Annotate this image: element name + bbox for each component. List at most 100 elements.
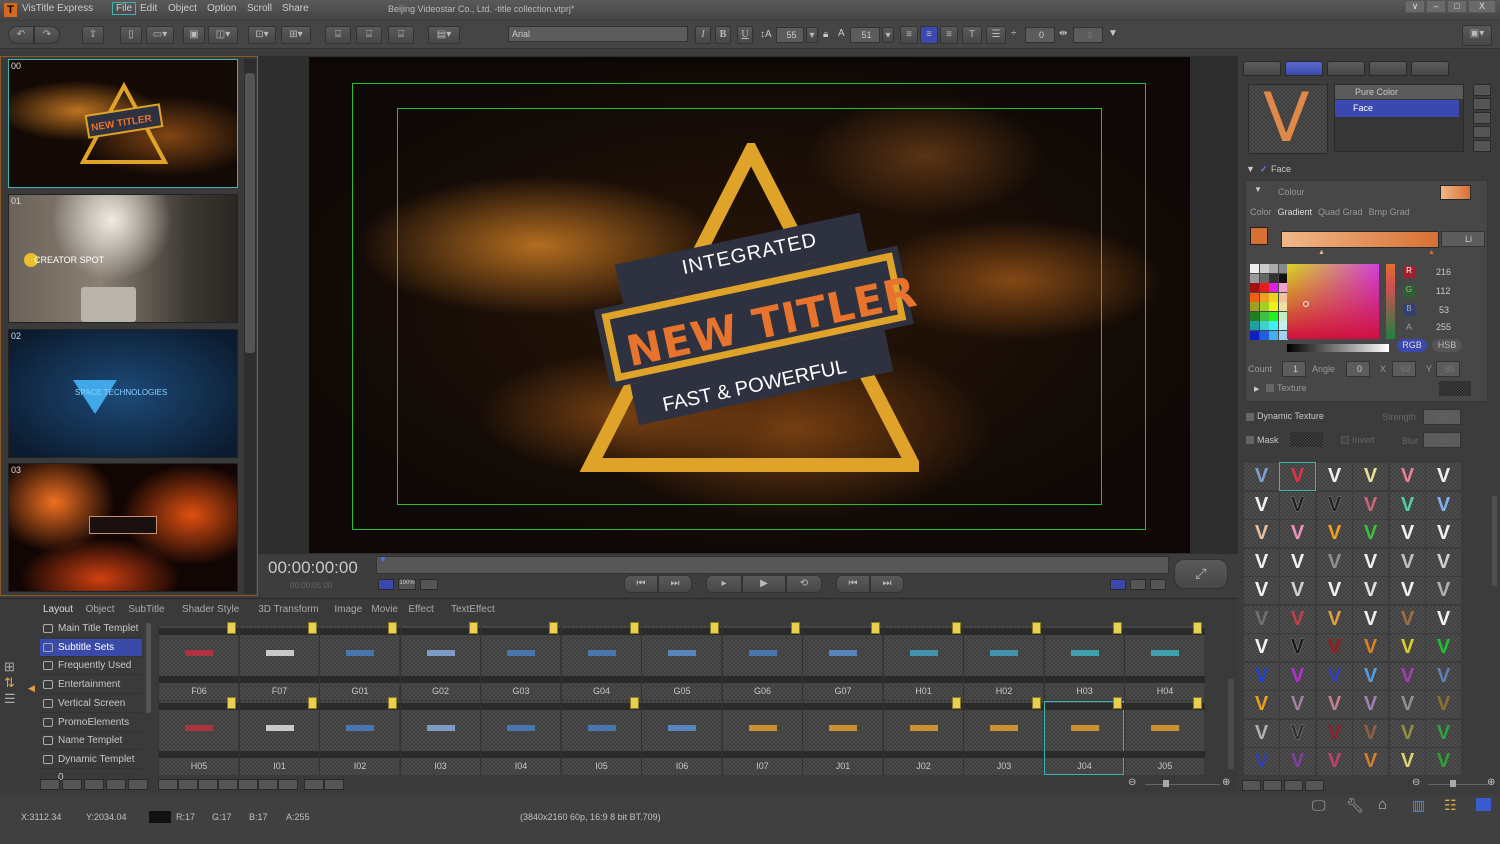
text-style-preset[interactable]: V xyxy=(1353,748,1388,775)
palette-swatch[interactable] xyxy=(1259,302,1269,311)
template-tag-icon[interactable] xyxy=(549,622,558,634)
export-icon[interactable] xyxy=(128,779,148,790)
text-style-preset[interactable]: V xyxy=(1390,662,1425,690)
template-tag-icon[interactable] xyxy=(1112,697,1122,709)
template-tag-icon[interactable] xyxy=(710,622,719,634)
text-style-preset[interactable]: V xyxy=(1280,691,1315,718)
rgb-mode-button[interactable]: RGB xyxy=(1397,339,1427,352)
template-item[interactable]: G01 xyxy=(319,622,400,700)
y-field[interactable]: 89 xyxy=(1436,361,1460,377)
fill-mode-bmp-grad[interactable]: Bmp Grad xyxy=(1369,207,1410,217)
menu-edit[interactable]: Edit xyxy=(140,3,157,14)
bold-button[interactable]: B xyxy=(715,26,731,44)
move-layer-up-icon[interactable] xyxy=(1473,126,1491,138)
text-style-preset[interactable]: V xyxy=(1244,662,1279,690)
underline-button[interactable]: U xyxy=(737,26,753,44)
paragraph-button[interactable]: ☰ xyxy=(986,26,1006,44)
text-style-preset[interactable]: V xyxy=(1317,548,1352,576)
template-item[interactable]: J01 xyxy=(802,701,883,775)
close-button[interactable]: X xyxy=(1468,0,1496,13)
template-tag-icon[interactable] xyxy=(871,622,880,634)
timeline-scrubber[interactable]: ▼ xyxy=(376,555,1169,574)
palette-swatch[interactable] xyxy=(1250,321,1259,330)
menu-object[interactable]: Object xyxy=(168,3,197,14)
text-style-preset[interactable]: V xyxy=(1426,719,1461,747)
monitor-output-icon[interactable]: ▣▾ xyxy=(1462,25,1492,46)
menu-file[interactable]: File xyxy=(112,2,137,15)
text-style-preset[interactable]: V xyxy=(1244,634,1279,661)
new-file-icon[interactable]: ▯ xyxy=(120,26,142,44)
template-item[interactable]: H05 xyxy=(158,697,239,775)
align-left-button[interactable]: ≡ xyxy=(900,26,918,44)
text-style-preset[interactable]: V xyxy=(1244,719,1279,747)
layer-type-select[interactable]: Pure Color xyxy=(1335,85,1463,99)
template-item[interactable]: H02 xyxy=(963,622,1044,700)
template-item[interactable]: G06 xyxy=(721,622,803,700)
text-style-preset[interactable]: V xyxy=(1353,548,1388,576)
save-icon[interactable] xyxy=(278,779,298,790)
zoom-100-button[interactable]: 100% xyxy=(398,579,416,590)
monitor-icon[interactable] xyxy=(304,779,324,790)
palette-swatch[interactable] xyxy=(1250,330,1259,340)
category-item[interactable]: PromoElements xyxy=(40,714,142,732)
text-style-preset[interactable]: V xyxy=(1317,605,1352,633)
styles-scrollbar[interactable] xyxy=(1492,496,1497,586)
text-style-preset[interactable]: V xyxy=(1390,491,1425,519)
template-tag-icon[interactable] xyxy=(629,697,639,709)
resize-icon[interactable] xyxy=(84,779,104,790)
template-item[interactable]: I04 xyxy=(480,701,561,775)
playhead-icon[interactable]: ▼ xyxy=(379,555,387,564)
palette-swatch[interactable] xyxy=(1269,321,1278,330)
remove-style-icon[interactable] xyxy=(1263,780,1282,791)
add-icon[interactable] xyxy=(158,779,178,790)
transform-mode-button[interactable]: ⤢ xyxy=(1174,559,1228,589)
template-tag-icon[interactable] xyxy=(790,622,800,634)
menu-share[interactable]: Share xyxy=(282,3,309,14)
font-size-field[interactable]: 55 xyxy=(776,27,804,43)
font-select[interactable]: Arial xyxy=(508,26,688,42)
text-style-preset[interactable]: V xyxy=(1390,691,1425,718)
template-tag-icon[interactable] xyxy=(388,622,397,634)
layers-tool-icon[interactable]: ⊞ xyxy=(4,659,20,675)
settings-sliders-icon[interactable]: ☷ xyxy=(1444,797,1457,814)
move-layer-down-icon[interactable] xyxy=(1473,140,1491,152)
text-style-preset[interactable]: V xyxy=(1317,520,1352,547)
text-style-preset[interactable]: V xyxy=(1353,662,1388,690)
invert-checkbox[interactable] xyxy=(1341,436,1349,444)
clapper-insert-icon[interactable]: ⌸ xyxy=(356,26,382,44)
tab-texteffect[interactable]: TextEffect xyxy=(451,604,495,615)
tab-effects-icon[interactable] xyxy=(1327,61,1365,76)
text-style-preset[interactable]: V xyxy=(1280,577,1315,604)
text-style-preset[interactable]: V xyxy=(1244,491,1279,519)
texture-checkbox[interactable] xyxy=(1266,384,1274,392)
move-down-icon[interactable] xyxy=(62,779,82,790)
dynamic-texture-checkbox[interactable] xyxy=(1246,413,1254,421)
scene-thumb-03[interactable]: 03 xyxy=(8,463,238,592)
text-style-preset[interactable]: V xyxy=(1390,719,1425,747)
text-style-preset[interactable]: V xyxy=(1353,491,1388,519)
template-item[interactable]: H01 xyxy=(882,622,964,700)
palette-swatch[interactable] xyxy=(1259,283,1269,292)
template-item[interactable]: G03 xyxy=(480,622,561,700)
layer-item-face[interactable]: Face xyxy=(1335,100,1459,117)
palette-swatch[interactable] xyxy=(1269,273,1278,283)
category-item[interactable]: Main Title Templet xyxy=(40,620,142,638)
template-tag-icon[interactable] xyxy=(629,622,639,634)
template-tag-icon[interactable] xyxy=(1193,697,1202,709)
text-style-preset[interactable]: V xyxy=(1426,577,1461,604)
scene-list-scrollbar[interactable] xyxy=(244,59,256,594)
face-expand-arrow[interactable]: ▼ xyxy=(1246,164,1255,174)
template-tag-icon[interactable] xyxy=(227,622,236,634)
mask-checkbox[interactable] xyxy=(1246,436,1254,444)
scrollbar-thumb[interactable] xyxy=(245,73,255,353)
template-tag-icon[interactable] xyxy=(951,697,961,709)
stack-icon[interactable]: ☰ xyxy=(4,691,20,707)
palette-swatch[interactable] xyxy=(1259,264,1269,273)
fill-mode-gradient[interactable]: Gradient xyxy=(1278,207,1313,217)
slider-handle[interactable] xyxy=(1163,780,1169,787)
text-style-preset[interactable]: V xyxy=(1353,691,1388,718)
import-style-icon[interactable] xyxy=(1284,780,1303,791)
color-channel-button[interactable] xyxy=(1110,579,1126,590)
text-style-preset[interactable]: V xyxy=(1244,548,1279,576)
tab-subtitle[interactable]: SubTitle xyxy=(128,604,164,615)
